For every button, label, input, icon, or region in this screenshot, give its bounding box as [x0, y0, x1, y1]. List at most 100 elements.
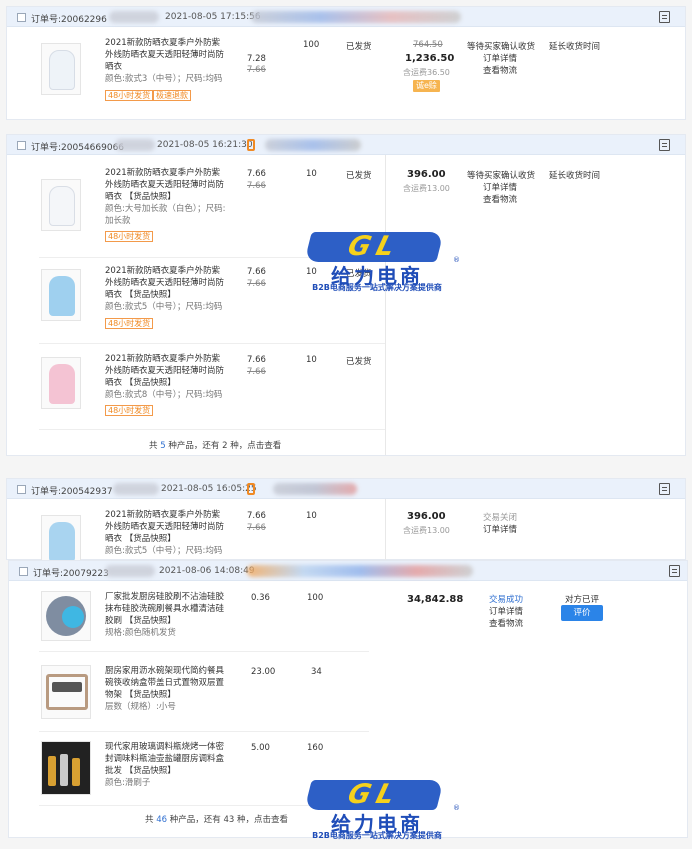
order-no-label: 订单号: — [33, 569, 64, 579]
order-card: 订单号:200542937 2021-08-05 16:05:25 2021新款… — [6, 478, 686, 561]
product-attr: 颜色:款式3（中号）；尺码:均码 — [105, 74, 223, 84]
product-title[interactable]: 厨房家用沥水碗架现代简约餐具碗筷收纳盒带盖日式置物双层置物架 【货品快照】 — [105, 665, 227, 701]
ship-status: 已发货 — [346, 357, 372, 367]
tag-fast-refund: 极速退款 — [153, 90, 191, 101]
logistics-link[interactable]: 查看物流 — [489, 617, 523, 629]
order-card: 订单号:20062296 2021-08-05 17:15:56 2021新款防… — [6, 6, 686, 120]
tag-48h: 48小时发货 — [105, 90, 154, 101]
order-header: 订单号:200542937 2021-08-05 16:05:25 — [7, 479, 685, 499]
order-header: 订单号:20054669066 2021-08-05 16:21:30 — [7, 135, 685, 155]
extend-receipt-link[interactable]: 延长收货时间 — [549, 40, 600, 52]
order-no-label: 订单号: — [31, 487, 62, 497]
product-title[interactable]: 2021新款防晒衣夏季户外防紫外线防晒衣夏天透阳轻薄时尚防晒衣 【货品快照】 — [105, 353, 227, 389]
original-price: 7.66 — [247, 65, 266, 75]
quantity: 160 — [307, 743, 324, 753]
quantity: 100 — [303, 40, 320, 50]
product-image[interactable] — [41, 665, 91, 719]
product-title[interactable]: 2021新款防晒衣夏季户外防紫外线防晒衣夏天透阳轻薄时尚防晒衣 — [105, 37, 227, 73]
logistics-link[interactable]: 查看物流 — [483, 64, 517, 76]
blurred-info — [105, 565, 155, 577]
quantity: 34 — [311, 667, 322, 677]
order-detail-link[interactable]: 订单详情 — [483, 181, 517, 193]
order-status: 交易关闭 — [483, 513, 518, 523]
freight: 含运费13.00 — [403, 184, 450, 193]
blurred-info — [247, 565, 473, 577]
product-title[interactable]: 2021新款防晒衣夏季户外防紫外线防晒衣夏天透阳轻薄时尚防晒衣 【货品快照】 — [105, 265, 227, 301]
tag-48h: 48小时发货 — [105, 405, 154, 416]
unit-price: 5.00 — [251, 743, 270, 753]
original-price: 7.66 — [247, 523, 266, 533]
product-attr: 颜色:大号加长款（白色）；尺码:加长款 — [105, 204, 226, 226]
unit-price: 7.66 — [247, 355, 266, 365]
product-attr: 颜色:款式5（中号）；尺码:均码 — [105, 302, 223, 312]
blurred-info — [115, 139, 155, 151]
product-attr: 规格:颜色随机发货 — [105, 628, 176, 638]
product-attr: 颜色:款式5（中号）；尺码:均码 — [105, 546, 223, 556]
credit-badge: 诚e赊 — [413, 80, 440, 92]
total-original: 764.50 — [413, 40, 443, 50]
product-title[interactable]: 现代家用玻璃调料瓶烧烤一体密封调味料瓶油壶盐罐厨房调料盒批发 【货品快照】 — [105, 741, 227, 777]
order-checkbox[interactable] — [19, 567, 28, 576]
extend-receipt-link[interactable]: 延长收货时间 — [549, 169, 600, 181]
blurred-info — [109, 11, 159, 23]
order-number: 20062296 — [61, 15, 107, 25]
order-header: 订单号:20079223 2021-08-06 14:08:49 — [9, 561, 687, 581]
product-image[interactable] — [41, 269, 81, 321]
order-total: 396.00 — [407, 511, 446, 522]
original-price: 7.66 — [247, 367, 266, 377]
product-image[interactable] — [41, 43, 81, 95]
order-checkbox[interactable] — [17, 141, 26, 150]
quantity: 10 — [306, 355, 317, 365]
order-status: 交易成功 — [489, 595, 524, 605]
unit-price: 7.66 — [247, 511, 266, 521]
order-status: 等待买家确认收货 — [467, 171, 536, 181]
order-checkbox[interactable] — [17, 485, 26, 494]
flag-icon[interactable] — [669, 565, 680, 577]
product-attr: 颜色:滑刷子 — [105, 778, 151, 788]
order-no-label: 订单号: — [31, 143, 62, 153]
product-image[interactable] — [41, 591, 91, 641]
blurred-info — [273, 483, 357, 495]
product-attr: 层数（规格）:小号 — [105, 702, 176, 712]
ship-status: 已发货 — [346, 171, 372, 181]
order-checkbox[interactable] — [17, 13, 26, 22]
unit-price: 7.66 — [247, 267, 266, 277]
order-detail-link[interactable]: 订单详情 — [483, 523, 517, 535]
product-image[interactable] — [41, 515, 81, 561]
flag-icon[interactable] — [659, 139, 670, 151]
product-image[interactable] — [41, 357, 81, 409]
rate-button[interactable]: 评价 — [561, 605, 603, 621]
order-date: 2021-08-06 14:08:49 — [159, 566, 255, 576]
flag-icon[interactable] — [659, 483, 670, 495]
product-title[interactable]: 厂家批发厨房硅胶刷不沾油硅胶抹布硅胶洗碗刷餐具水槽清洁硅胶刷 【货品快照】 — [105, 591, 227, 627]
freight: 含运费36.50 — [403, 68, 450, 77]
order-date: 2021-08-05 16:21:30 — [157, 140, 253, 150]
unit-price: 0.36 — [251, 593, 270, 603]
rated-status: 对方已评 — [565, 595, 600, 605]
freight: 含运费13.00 — [403, 526, 450, 535]
order-detail-link[interactable]: 订单详情 — [483, 52, 517, 64]
tag-48h: 48小时发货 — [105, 318, 154, 329]
order-total: 34,842.88 — [407, 594, 464, 605]
product-attr: 颜色:款式8（中号）；尺码:均码 — [105, 390, 223, 400]
original-price: 7.66 — [247, 181, 266, 191]
order-date: 2021-08-05 16:05:25 — [161, 484, 257, 494]
blurred-info — [251, 11, 461, 23]
order-detail-link[interactable]: 订单详情 — [489, 605, 523, 617]
phone-icon — [247, 483, 255, 495]
phone-icon — [247, 139, 255, 151]
quantity: 100 — [307, 593, 324, 603]
logistics-link[interactable]: 查看物流 — [483, 193, 517, 205]
product-image[interactable] — [41, 179, 81, 231]
product-title[interactable]: 2021新款防晒衣夏季户外防紫外线防晒衣夏天透阳轻薄时尚防晒衣 【货品快照】 — [105, 167, 227, 203]
order-number: 200542937 — [61, 487, 113, 497]
quantity: 10 — [306, 169, 317, 179]
more-products-link[interactable]: 共 46 种产品，还有 43 种，点击查看 — [145, 813, 288, 825]
more-products-link[interactable]: 共 5 种产品，还有 2 种，点击查看 — [149, 439, 281, 451]
blurred-info — [265, 139, 361, 151]
flag-icon[interactable] — [659, 11, 670, 23]
product-image[interactable] — [41, 741, 91, 795]
product-title[interactable]: 2021新款防晒衣夏季户外防紫外线防晒衣夏天透阳轻薄时尚防晒衣 【货品快照】 — [105, 509, 227, 545]
watermark-logo: GL 给力电商 ® B2B电商服务一站式解决方案提供商 — [302, 231, 462, 296]
order-total: 1,236.50 — [405, 53, 455, 64]
